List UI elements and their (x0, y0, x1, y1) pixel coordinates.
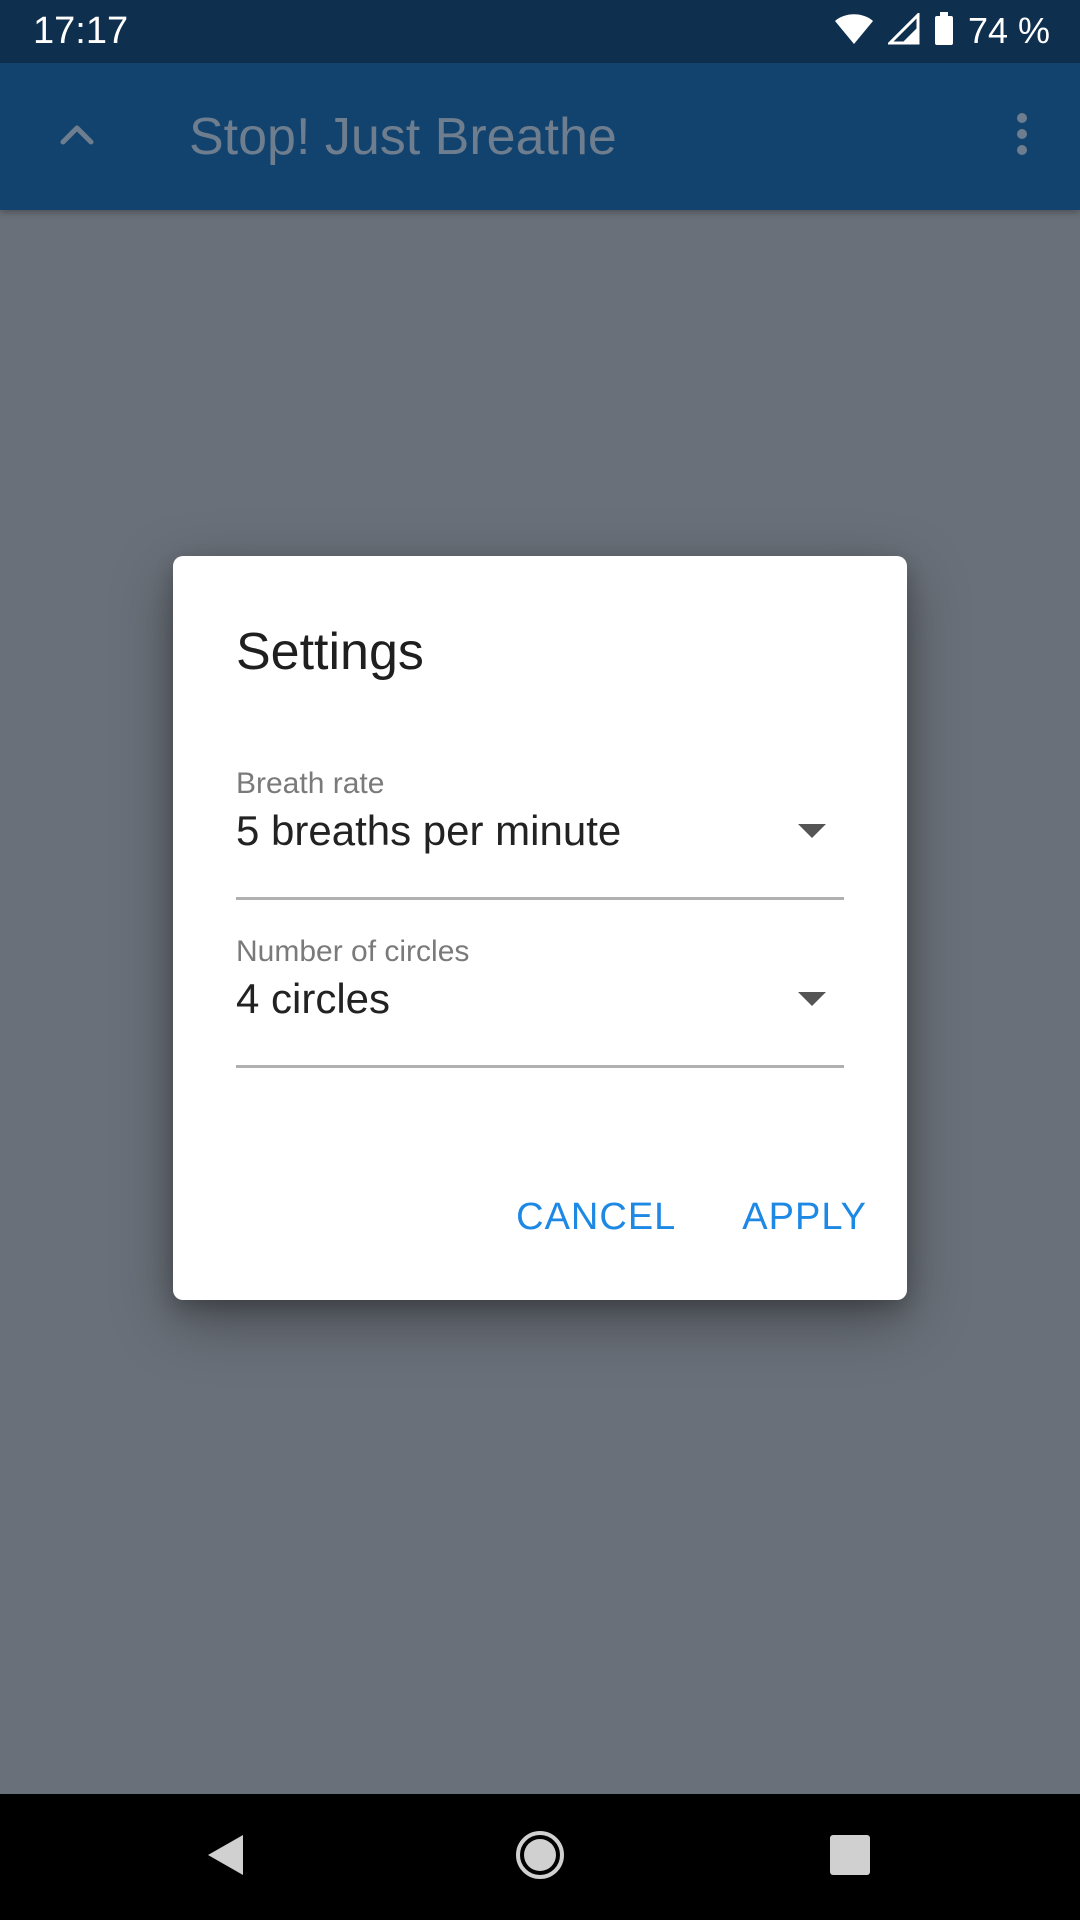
dropdown-arrow-icon (798, 824, 826, 840)
back-button[interactable] (195, 1827, 255, 1887)
breath-rate-dropdown[interactable]: Breath rate 5 breaths per minute (236, 766, 844, 906)
more-vert-icon (1015, 112, 1029, 161)
status-bar: 17:17 74 % (0, 0, 1080, 63)
navigation-bar (0, 1794, 1080, 1920)
recents-icon (829, 1834, 871, 1881)
settings-dialog: Settings Breath rate 5 breaths per minut… (173, 556, 907, 1300)
battery-percentage: 74 % (967, 10, 1050, 51)
dialog-actions: CANCEL APPLY (516, 1192, 867, 1242)
recents-button[interactable] (820, 1827, 880, 1887)
number-of-circles-label: Number of circles (236, 935, 470, 968)
number-of-circles-value: 4 circles (236, 975, 391, 1022)
breath-rate-label: Breath rate (236, 767, 385, 800)
status-icons: 74 % (834, 8, 1050, 54)
wifi-icon (834, 13, 874, 50)
status-time: 17:17 (33, 10, 129, 52)
breath-rate-value: 5 breaths per minute (236, 807, 622, 854)
chevron-up-icon (60, 123, 94, 150)
battery-icon (934, 11, 954, 51)
overflow-menu-button[interactable] (992, 103, 1052, 169)
back-icon (203, 1831, 247, 1884)
up-button[interactable] (44, 103, 110, 169)
field-underline (236, 1065, 844, 1068)
signal-icon (886, 10, 920, 50)
home-button[interactable] (510, 1827, 570, 1887)
field-underline (236, 897, 844, 900)
app-bar: Stop! Just Breathe (0, 63, 1080, 210)
apply-button[interactable]: APPLY (742, 1192, 867, 1242)
cancel-button[interactable]: CANCEL (516, 1192, 676, 1242)
dialog-title: Settings (236, 623, 424, 681)
home-icon (514, 1829, 566, 1886)
app-title: Stop! Just Breathe (189, 108, 617, 166)
dropdown-arrow-icon (798, 992, 826, 1008)
number-of-circles-dropdown[interactable]: Number of circles 4 circles (236, 934, 844, 1074)
screen: 17:17 74 % Stop! Just Breathe Settings B… (0, 0, 1080, 1920)
